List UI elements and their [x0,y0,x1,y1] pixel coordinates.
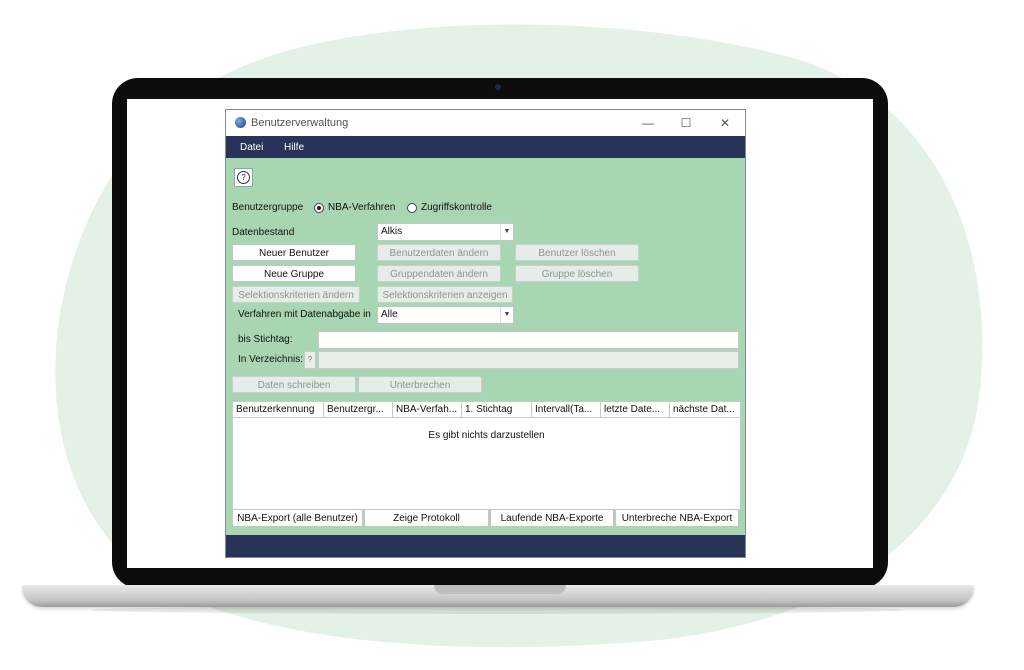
title-bar: Benutzerverwaltung — ☐ ✕ [226,110,745,136]
maximize-icon[interactable]: ☐ [676,114,696,132]
column-header-benutzergruppe[interactable]: Benutzergr... [324,402,393,418]
radio-zugriffskontrolle[interactable] [407,203,417,213]
stichtag-label: bis Stichtag: [238,334,293,345]
chevron-down-icon: ▼ [500,224,513,240]
status-bar [226,535,745,557]
radio-nba-verfahren[interactable] [314,203,324,213]
menu-datei[interactable]: Datei [240,142,263,153]
laufende-nba-exporte-button[interactable]: Laufende NBA-Exporte [490,509,614,527]
close-icon[interactable]: ✕ [715,114,735,132]
help-button[interactable]: ? [234,168,253,187]
unterbreche-nba-export-button[interactable]: Unterbreche NBA-Export [615,509,739,527]
datenbestand-label: Datenbestand [232,227,295,238]
stichtag-input[interactable] [318,331,739,349]
app-window: Benutzerverwaltung — ☐ ✕ Datei Hilfe ? B… [225,109,746,558]
laptop-shadow [90,606,906,614]
unterbrechen-button[interactable]: Unterbrechen [358,376,482,393]
zeige-protokoll-button[interactable]: Zeige Protokoll [364,509,489,527]
globe-app-icon [235,117,246,128]
daten-schreiben-button[interactable]: Daten schreiben [232,376,356,393]
benutzergruppe-label: Benutzergruppe [232,202,304,213]
column-header-stichtag[interactable]: 1. Stichtag [462,402,532,418]
neuer-benutzer-button[interactable]: Neuer Benutzer [232,244,356,261]
benutzerdaten-aendern-button[interactable]: Benutzerdaten ändern [377,244,501,261]
empty-table-message: Es gibt nichts darzustellen [428,430,545,441]
datenbestand-select[interactable]: Alkis ▼ [377,223,514,241]
window-title: Benutzerverwaltung [251,117,349,129]
column-header-nba-verfahren[interactable]: NBA-Verfah... [393,402,462,418]
column-header-letzte-datenabgabe[interactable]: letzte Date... [601,402,670,418]
datenbestand-value: Alkis [381,226,403,237]
benutzer-table: Benutzerkennung Benutzergr... NBA-Verfah… [232,401,741,510]
verfahren-label: Verfahren mit Datenabgabe in [238,309,371,320]
nba-export-alle-button[interactable]: NBA-Export (alle Benutzer) [232,509,363,527]
minimize-icon[interactable]: — [638,114,658,132]
chevron-down-icon: ▼ [500,307,513,323]
gruppe-loeschen-button[interactable]: Gruppe löschen [515,265,639,282]
camera-icon [495,84,501,90]
menu-hilfe[interactable]: Hilfe [284,142,304,153]
radio-zugriffskontrolle-label: Zugriffskontrolle [421,202,492,213]
selektionskriterien-aendern-button[interactable]: Selektionskriterien ändern [232,286,360,303]
laptop-notch [434,585,566,594]
neue-gruppe-button[interactable]: Neue Gruppe [232,265,356,282]
radio-nba-verfahren-label: NBA-Verfahren [328,202,396,213]
column-header-intervall[interactable]: Intervall(Ta... [532,402,601,418]
selektionskriterien-anzeigen-button[interactable]: Selektionskriterien anzeigen [377,286,513,303]
gruppendaten-aendern-button[interactable]: Gruppendaten ändern [377,265,501,282]
verzeichnis-browse-button[interactable]: ? [304,351,316,369]
verfahren-select[interactable]: Alle ▼ [377,306,514,324]
column-header-benutzerkennung[interactable]: Benutzerkennung [233,402,324,418]
menu-bar: Datei Hilfe [226,136,745,158]
help-icon: ? [237,171,250,184]
verzeichnis-label: In Verzeichnis: [238,354,304,365]
column-header-naechste-datenabgabe[interactable]: nächste Dat... [670,402,740,418]
benutzer-loeschen-button[interactable]: Benutzer löschen [515,244,639,261]
verfahren-value: Alle [381,309,398,320]
verzeichnis-input[interactable] [318,351,739,369]
